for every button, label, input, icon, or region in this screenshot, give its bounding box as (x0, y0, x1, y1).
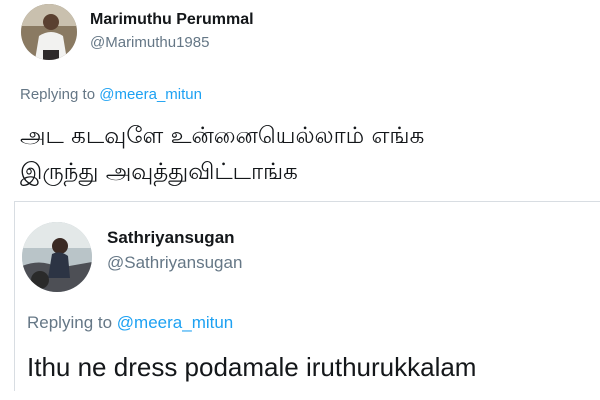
profile-photo-icon (22, 222, 92, 292)
author-display-name[interactable]: Sathriyansugan (107, 228, 235, 248)
card-border (14, 201, 15, 391)
profile-photo-icon (21, 4, 77, 60)
tweet-text: Ithu ne dress podamale iruthurukkalam (27, 352, 477, 382)
mention-link[interactable]: @meera_mitun (99, 86, 202, 103)
tweet-text-line: இருந்து அவுத்துவிட்டாங்க (20, 159, 298, 185)
avatar[interactable] (22, 222, 92, 292)
tweet-text: அட கடவுளே உன்னையெல்லாம் எங்க இருந்து அவு… (20, 118, 590, 190)
mention-link[interactable]: @meera_mitun (117, 313, 233, 332)
replying-to-label: Replying to (20, 86, 96, 103)
replying-to: Replying to @meera_mitun (20, 86, 202, 103)
author-handle[interactable]: @Marimuthu1985 (90, 34, 209, 51)
author-handle[interactable]: @Sathriyansugan (107, 253, 242, 273)
replying-to-label: Replying to (27, 313, 113, 332)
replying-to: Replying to @meera_mitun (27, 313, 233, 333)
avatar[interactable] (21, 4, 77, 60)
card-divider (14, 201, 600, 202)
tweet-card-1: Marimuthu Perummal @Marimuthu1985 Replyi… (0, 0, 600, 200)
tweet-text-line: அட கடவுளே உன்னையெல்லாம் எங்க (20, 123, 425, 149)
author-display-name[interactable]: Marimuthu Perummal (90, 11, 254, 29)
